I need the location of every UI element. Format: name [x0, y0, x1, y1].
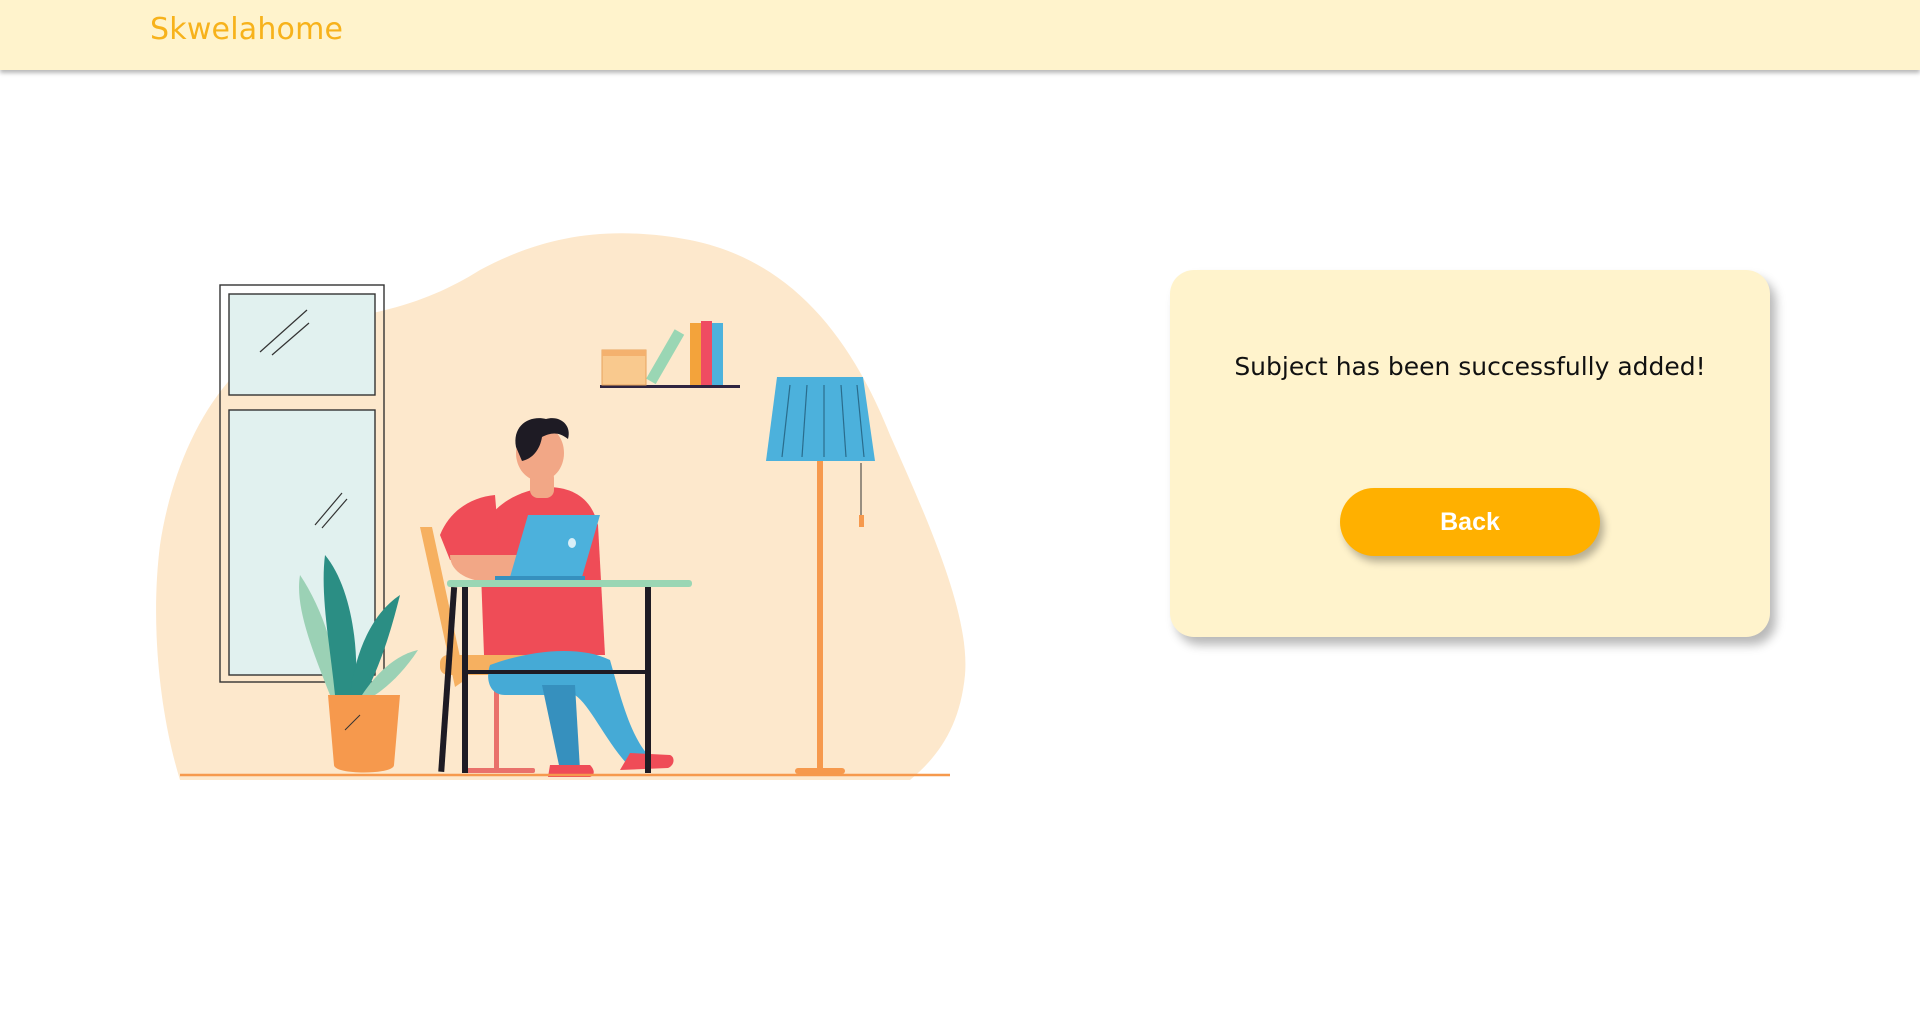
top-navigation-bar: Skwelahome [0, 0, 1920, 70]
person-working-illustration [150, 225, 1000, 785]
success-dialog-card: Subject has been successfully added! Bac… [1170, 270, 1770, 637]
back-button[interactable]: Back [1340, 488, 1600, 556]
brand-logo-link[interactable]: Skwelahome [150, 12, 343, 47]
success-message: Subject has been successfully added! [1234, 352, 1706, 381]
window-icon [219, 284, 385, 683]
illustration-svg [156, 233, 966, 780]
